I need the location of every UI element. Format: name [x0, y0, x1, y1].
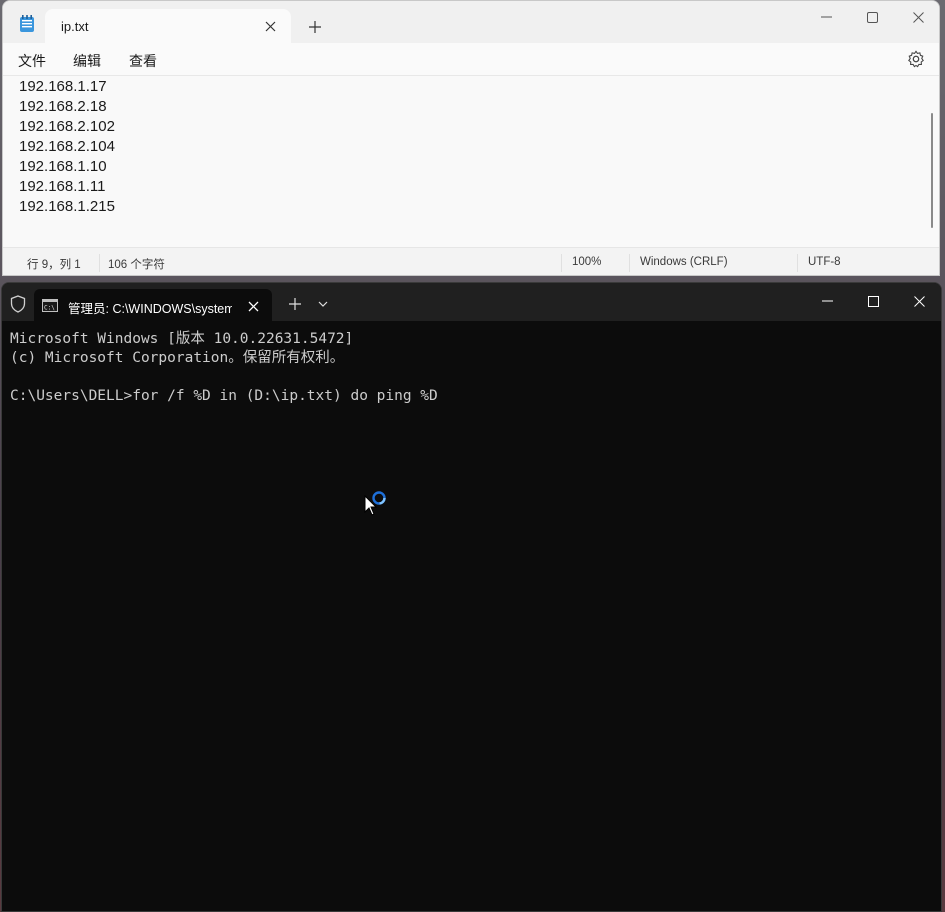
text-line: 192.168.1.17	[19, 78, 107, 95]
terminal-titlebar[interactable]: C:\ 管理员: C:\WINDOWS\system32	[2, 283, 941, 321]
text-line: 192.168.1.11	[19, 178, 106, 195]
menu-edit[interactable]: 编辑	[73, 51, 101, 71]
text-line: 192.168.2.102	[19, 118, 115, 135]
terminal-output[interactable]: Microsoft Windows [版本 10.0.22631.5472] (…	[2, 321, 941, 911]
text-line: 192.168.2.104	[19, 138, 115, 155]
zoom-level[interactable]: 100%	[572, 256, 601, 268]
notepad-editor[interactable]: 192.168.1.17 192.168.2.18 192.168.2.102 …	[3, 76, 939, 246]
notepad-tab[interactable]: ip.txt	[45, 9, 291, 43]
minimize-button[interactable]	[804, 283, 850, 319]
cmd-icon: C:\	[42, 299, 58, 312]
close-button[interactable]	[895, 1, 939, 33]
menu-file[interactable]: 文件	[18, 51, 46, 71]
terminal-line: Microsoft Windows [版本 10.0.22631.5472]	[10, 331, 354, 347]
encoding[interactable]: UTF-8	[808, 256, 841, 268]
plus-icon	[289, 298, 301, 310]
notepad-statusbar: 行 9，列 1 106 个字符 100% Windows (CRLF) UTF-…	[3, 247, 939, 275]
minimize-button[interactable]	[803, 1, 849, 33]
menu-view[interactable]: 查看	[129, 51, 157, 71]
chevron-down-icon	[318, 301, 328, 307]
desktop: ip.txt 文件 编辑 查看 192.168.1.17 192.168.2.1…	[0, 0, 945, 912]
terminal-line: (c) Microsoft Corporation。保留所有权利。	[10, 350, 345, 366]
tab-close-button[interactable]	[242, 295, 264, 317]
status-divider	[561, 254, 562, 272]
notepad-tab-title: ip.txt	[61, 19, 89, 34]
plus-icon	[309, 21, 321, 33]
maximize-button[interactable]	[850, 283, 896, 319]
close-icon	[248, 301, 258, 311]
status-divider	[99, 254, 100, 272]
minimize-icon	[821, 300, 833, 302]
shield-icon	[10, 295, 26, 313]
cursor-position: 行 9，列 1	[27, 259, 81, 271]
notepad-titlebar[interactable]: ip.txt	[3, 1, 939, 43]
tab-close-button[interactable]	[259, 15, 281, 37]
terminal-command-line: C:\Users\DELL>for /f %D in (D:\ip.txt) d…	[10, 388, 438, 404]
vertical-scrollbar[interactable]	[931, 113, 933, 228]
line-ending[interactable]: Windows (CRLF)	[640, 256, 728, 268]
maximize-button[interactable]	[849, 1, 895, 33]
status-divider	[629, 254, 630, 272]
terminal-tab[interactable]: C:\ 管理员: C:\WINDOWS\system32	[34, 289, 272, 321]
notepad-window[interactable]: ip.txt 文件 编辑 查看 192.168.1.17 192.168.2.1…	[2, 0, 940, 276]
busy-cursor-icon	[364, 491, 386, 516]
text-line: 192.168.1.10	[19, 158, 107, 175]
notepad-menubar: 文件 编辑 查看	[3, 43, 939, 76]
svg-text:C:\: C:\	[44, 305, 55, 312]
tab-dropdown-button[interactable]	[312, 293, 334, 315]
maximize-icon	[867, 295, 879, 307]
new-tab-button[interactable]	[303, 15, 327, 39]
notepad-icon	[20, 15, 34, 32]
close-button[interactable]	[896, 283, 941, 319]
close-icon	[913, 295, 925, 307]
char-count: 106 个字符	[108, 259, 165, 271]
text-line: 192.168.1.215	[19, 198, 115, 215]
close-icon	[265, 21, 275, 31]
close-icon	[912, 11, 924, 23]
status-divider	[797, 254, 798, 272]
terminal-tab-title: 管理员: C:\WINDOWS\system32	[68, 302, 232, 316]
minimize-icon	[820, 16, 832, 18]
new-tab-button[interactable]	[284, 293, 306, 315]
maximize-icon	[866, 11, 878, 23]
gear-icon[interactable]	[907, 50, 925, 68]
terminal-window[interactable]: C:\ 管理员: C:\WINDOWS\system32 Microsoft W…	[1, 282, 942, 912]
text-line: 192.168.2.18	[19, 98, 107, 115]
